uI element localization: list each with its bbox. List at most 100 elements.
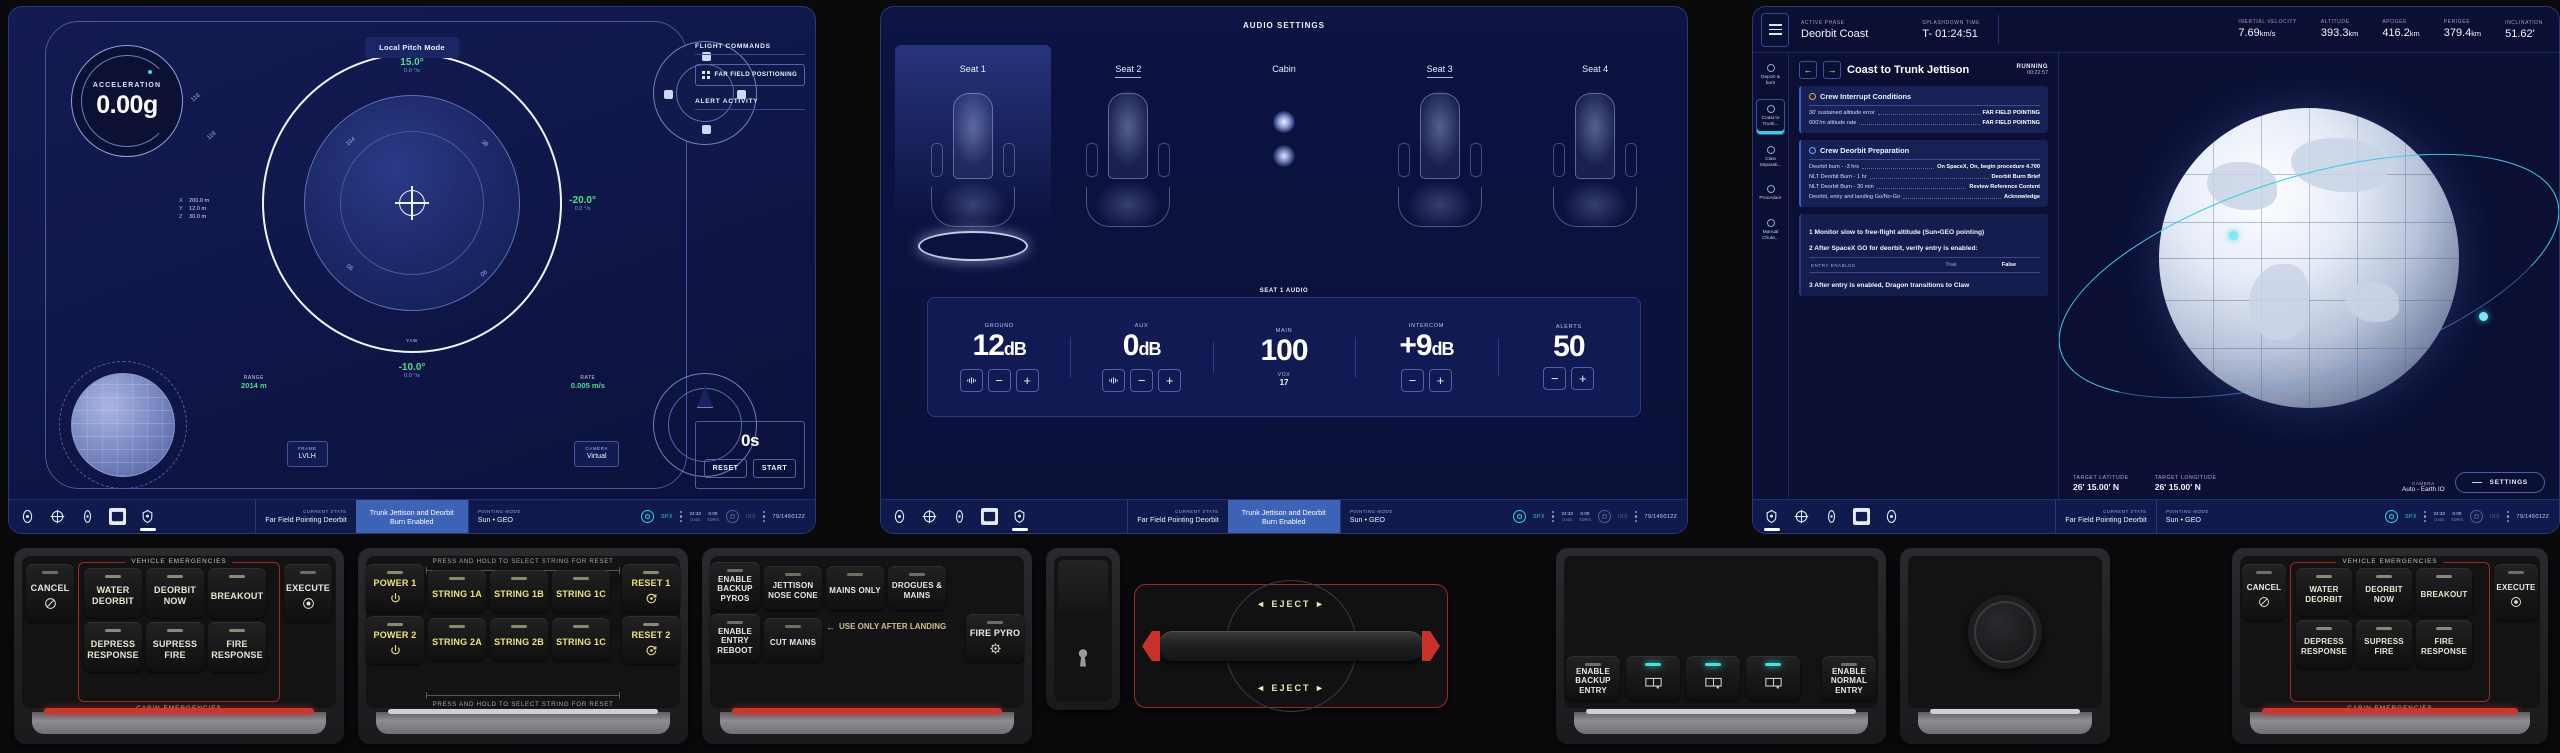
power-1-button[interactable]: POWER 1: [366, 564, 424, 612]
deorbit-now-button[interactable]: DEORBIT NOW: [146, 568, 204, 618]
docking-icon[interactable]: [109, 508, 126, 525]
crosshair-icon[interactable]: [1793, 508, 1810, 525]
enable-backup-pyros-button[interactable]: ENABLE BACKUP PYROS: [710, 562, 760, 610]
planet-globe-thumb[interactable]: [71, 373, 175, 477]
string-1b-button[interactable]: STRING 1B: [490, 570, 548, 612]
string-2c-button[interactable]: STRING 1C: [552, 618, 610, 660]
cancel-button[interactable]: CANCEL: [26, 564, 74, 622]
decrease-aux-button[interactable]: −: [1130, 368, 1154, 392]
depress-response-button[interactable]: DEPRESS RESPONSE: [84, 622, 142, 672]
enable-normal-entry-button[interactable]: ENABLE NORMAL ENTRY: [1822, 656, 1876, 700]
sidebar-item-claw-separation[interactable]: Claw Separati...: [1756, 141, 1785, 175]
entry-enabled-toggle[interactable]: ENTRY ENABLED True False: [1809, 257, 2040, 273]
command-bar-comms-audio: SPX 22:33 GND 0.00 TDRS ISS 79/1450122: [1501, 510, 1677, 523]
breakout-button-2[interactable]: BREAKOUT: [2416, 568, 2472, 616]
sidebar-item-procedure[interactable]: Procedure: [1756, 180, 1785, 207]
fire-response-button-2[interactable]: FIRE RESPONSE: [2416, 620, 2472, 668]
sidebar-item-depart-burn[interactable]: Deport & burn: [1756, 59, 1785, 93]
fire-pyro-button[interactable]: FIRE PYRO: [966, 614, 1024, 662]
eject-handle[interactable]: [1142, 631, 1440, 661]
menu-icon[interactable]: [1761, 12, 1789, 47]
arrow-right-icon[interactable]: →: [1823, 61, 1841, 79]
breakout-button[interactable]: BREAKOUT: [208, 568, 266, 618]
prep-row-1-right: Deorbit Burn Brief: [1991, 174, 2040, 180]
settings-button[interactable]: SETTINGS: [2454, 472, 2545, 493]
seat-option-3[interactable]: Seat 3: [1362, 45, 1518, 275]
jettison-nose-cone-button[interactable]: JETTISON NOSE CONE: [764, 566, 822, 610]
reset-2-button[interactable]: RESET 2: [622, 616, 680, 664]
string-2a-button[interactable]: STRING 2A: [428, 618, 486, 660]
enable-entry-reboot-button[interactable]: ENABLE ENTRY REBOOT: [710, 614, 760, 662]
cancel-button-2[interactable]: CANCEL: [2242, 564, 2286, 620]
increase-intercom-button[interactable]: +: [1428, 368, 1452, 392]
decrease-intercom-button[interactable]: −: [1400, 368, 1424, 392]
crosshair-icon[interactable]: [921, 508, 938, 525]
navigation-display[interactable]: Local Pitch Mode ACCELERATION 0.00g ROLL…: [8, 6, 816, 534]
keyhole-icon[interactable]: [1075, 648, 1091, 675]
deorbit-now-button-2[interactable]: DEORBIT NOW: [2356, 568, 2412, 616]
increase-alerts-button[interactable]: +: [1571, 367, 1595, 390]
decrease-alerts-button[interactable]: −: [1543, 367, 1567, 390]
string-1c-button[interactable]: STRING 1C: [552, 570, 610, 612]
state-highlight-badge[interactable]: Trunk Jettison and Deorbit Burn Enabled: [1227, 500, 1340, 533]
camera-pill[interactable]: CAMERA Virtual: [574, 441, 619, 467]
capsule-icon[interactable]: [79, 508, 96, 525]
supress-fire-button-2[interactable]: SUPRESS FIRE: [2356, 620, 2412, 668]
far-field-positioning-button[interactable]: FAR FIELD POSITIONING: [695, 64, 805, 86]
burn-timer-panel: 0s RESET START: [695, 421, 805, 489]
drogues-and-mains-button[interactable]: DROGUES & MAINS: [888, 566, 946, 610]
navball-icon[interactable]: [891, 508, 908, 525]
mains-only-button[interactable]: MAINS ONLY: [826, 566, 884, 610]
cut-mains-button[interactable]: CUT MAINS: [764, 618, 822, 662]
docking-icon[interactable]: [1853, 508, 1870, 525]
shield-icon[interactable]: [139, 508, 156, 531]
depress-response-button-2[interactable]: DEPRESS RESPONSE: [2296, 620, 2352, 668]
string-2b-button[interactable]: STRING 2B: [490, 618, 548, 660]
shield-icon[interactable]: [1763, 508, 1780, 531]
increase-aux-button[interactable]: +: [1158, 368, 1182, 392]
attitude-ball[interactable]: ROLL 15.0° 0.0 °/s -20.0° 0.0 °/s -10.0°…: [262, 51, 596, 379]
decrease-ground-button[interactable]: −: [987, 368, 1011, 392]
docking-icon[interactable]: [981, 508, 998, 525]
water-deorbit-button[interactable]: WATER DEORBIT: [84, 568, 142, 618]
pitch-mode-badge[interactable]: Local Pitch Mode: [365, 37, 459, 58]
fire-response-button[interactable]: FIRE RESPONSE: [208, 622, 266, 672]
state-highlight-badge[interactable]: Trunk Jettison and Deorbit Burn Enabled: [355, 500, 468, 533]
crosshair-icon[interactable]: [49, 508, 66, 525]
entry-switch-2[interactable]: [1686, 656, 1740, 700]
procedure-display[interactable]: ACTIVE PHASE Deorbit Coast SPLASHDOWN TI…: [1752, 6, 2560, 534]
seat-option-4[interactable]: Seat 4: [1517, 45, 1673, 275]
enable-backup-entry-button[interactable]: ENABLE BACKUP ENTRY: [1566, 656, 1620, 700]
navball-icon[interactable]: [1883, 508, 1900, 525]
timer-start-button[interactable]: START: [753, 459, 796, 478]
entry-enabled-option-false[interactable]: False: [1980, 262, 2038, 268]
seat-option-2[interactable]: Seat 2: [1051, 45, 1207, 275]
timer-reset-button[interactable]: RESET: [704, 459, 747, 478]
reset-1-button[interactable]: RESET 1: [622, 564, 680, 612]
shield-icon[interactable]: [1011, 508, 1028, 531]
arrow-left-icon[interactable]: ←: [1799, 61, 1817, 79]
water-deorbit-button-2[interactable]: WATER DEORBIT: [2296, 568, 2352, 616]
frame-pill[interactable]: FRAME LVLH: [287, 441, 328, 467]
capsule-icon[interactable]: [951, 508, 968, 525]
seat-option-1[interactable]: Seat 1: [895, 45, 1051, 275]
power-2-button[interactable]: POWER 2: [366, 616, 424, 664]
sidebar-item-manual-chute[interactable]: Manual Chute...: [1756, 214, 1785, 248]
capsule-icon[interactable]: [1823, 508, 1840, 525]
supress-fire-button[interactable]: SUPRESS FIRE: [146, 622, 204, 672]
mic-toggle-aux[interactable]: [1102, 368, 1126, 392]
execute-button[interactable]: EXECUTE: [284, 564, 332, 622]
entry-switch-3[interactable]: [1746, 656, 1800, 700]
navball-icon[interactable]: [19, 508, 36, 525]
increase-ground-button[interactable]: +: [1015, 368, 1039, 392]
mic-toggle-ground[interactable]: [959, 368, 983, 392]
execute-button-2[interactable]: EXECUTE: [2494, 564, 2538, 620]
entry-switch-1[interactable]: [1626, 656, 1680, 700]
globe-view[interactable]: TARGET LATITUDE 26' 15.00' N TARGET LONG…: [2059, 53, 2559, 499]
seat-option-cabin[interactable]: Cabin: [1206, 45, 1362, 275]
string-1a-button[interactable]: STRING 1A: [428, 570, 486, 612]
audio-display[interactable]: AUDIO SETTINGS Seat 1 Seat 2 Cabin Seat …: [880, 6, 1688, 534]
sidebar-item-coast-to-trunk[interactable]: Coast to Trunk...: [1756, 98, 1785, 135]
entry-enabled-option-true[interactable]: True: [1922, 262, 1980, 268]
jog-wheel[interactable]: [1968, 595, 2042, 669]
